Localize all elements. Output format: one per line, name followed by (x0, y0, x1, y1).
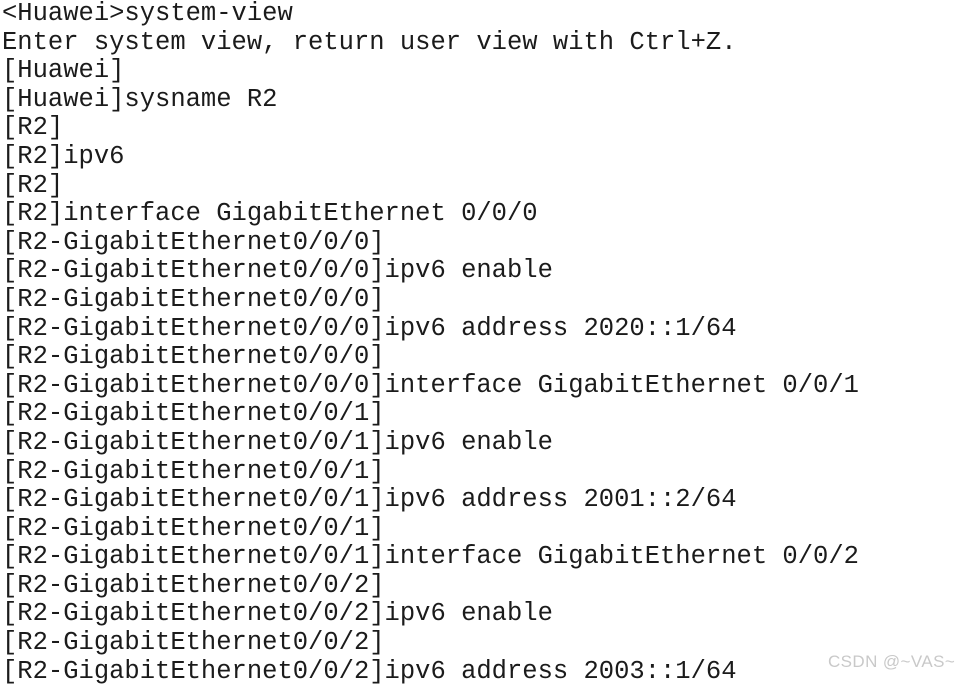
console-line: <Huawei>system-view (2, 0, 293, 28)
console-line: [R2-GigabitEthernet0/0/0]ipv6 enable (2, 256, 553, 286)
terminal-console[interactable]: <Huawei>system-view Enter system view, re… (0, 0, 971, 685)
console-line: [R2-GigabitEthernet0/0/0]interface Gigab… (2, 370, 859, 400)
csdn-watermark: CSDN @~VAS~ (828, 652, 956, 671)
console-line: [R2-GigabitEthernet0/0/1]ipv6 address 20… (2, 485, 737, 515)
console-line: [R2-GigabitEthernet0/0/1]interface Gigab… (2, 542, 859, 572)
console-line: [R2-GigabitEthernet0/0/0] (2, 227, 385, 257)
console-output: <Huawei>system-view Enter system view, re… (2, 0, 971, 686)
console-line: [R2]interface GigabitEthernet 0/0/0 (2, 199, 538, 229)
console-line: [Huawei] (2, 56, 125, 86)
console-line: [R2-GigabitEthernet0/0/0] (2, 284, 385, 314)
console-line: Enter system view, return user view with… (2, 27, 737, 57)
console-line: [R2-GigabitEthernet0/0/0] (2, 342, 385, 372)
console-line: [R2-GigabitEthernet0/0/1]ipv6 enable (2, 427, 553, 457)
console-line: [R2] (2, 113, 64, 143)
console-line: [R2-GigabitEthernet0/0/0]ipv6 address 20… (2, 313, 737, 343)
console-line: [R2] (2, 170, 64, 200)
console-line: [Huawei]sysname R2 (2, 84, 278, 114)
console-line: [R2]ipv6 (2, 141, 125, 171)
console-line: [R2-GigabitEthernet0/0/1] (2, 513, 385, 543)
console-line: [R2-GigabitEthernet0/0/1] (2, 399, 385, 429)
console-line: [R2-GigabitEthernet0/0/2] (2, 570, 385, 600)
console-line: [R2-GigabitEthernet0/0/2] (2, 628, 385, 658)
console-line: [R2-GigabitEthernet0/0/2]ipv6 enable (2, 599, 553, 629)
console-line: [R2-GigabitEthernet0/0/2]ipv6 address 20… (2, 656, 737, 686)
console-line: [R2-GigabitEthernet0/0/1] (2, 456, 385, 486)
